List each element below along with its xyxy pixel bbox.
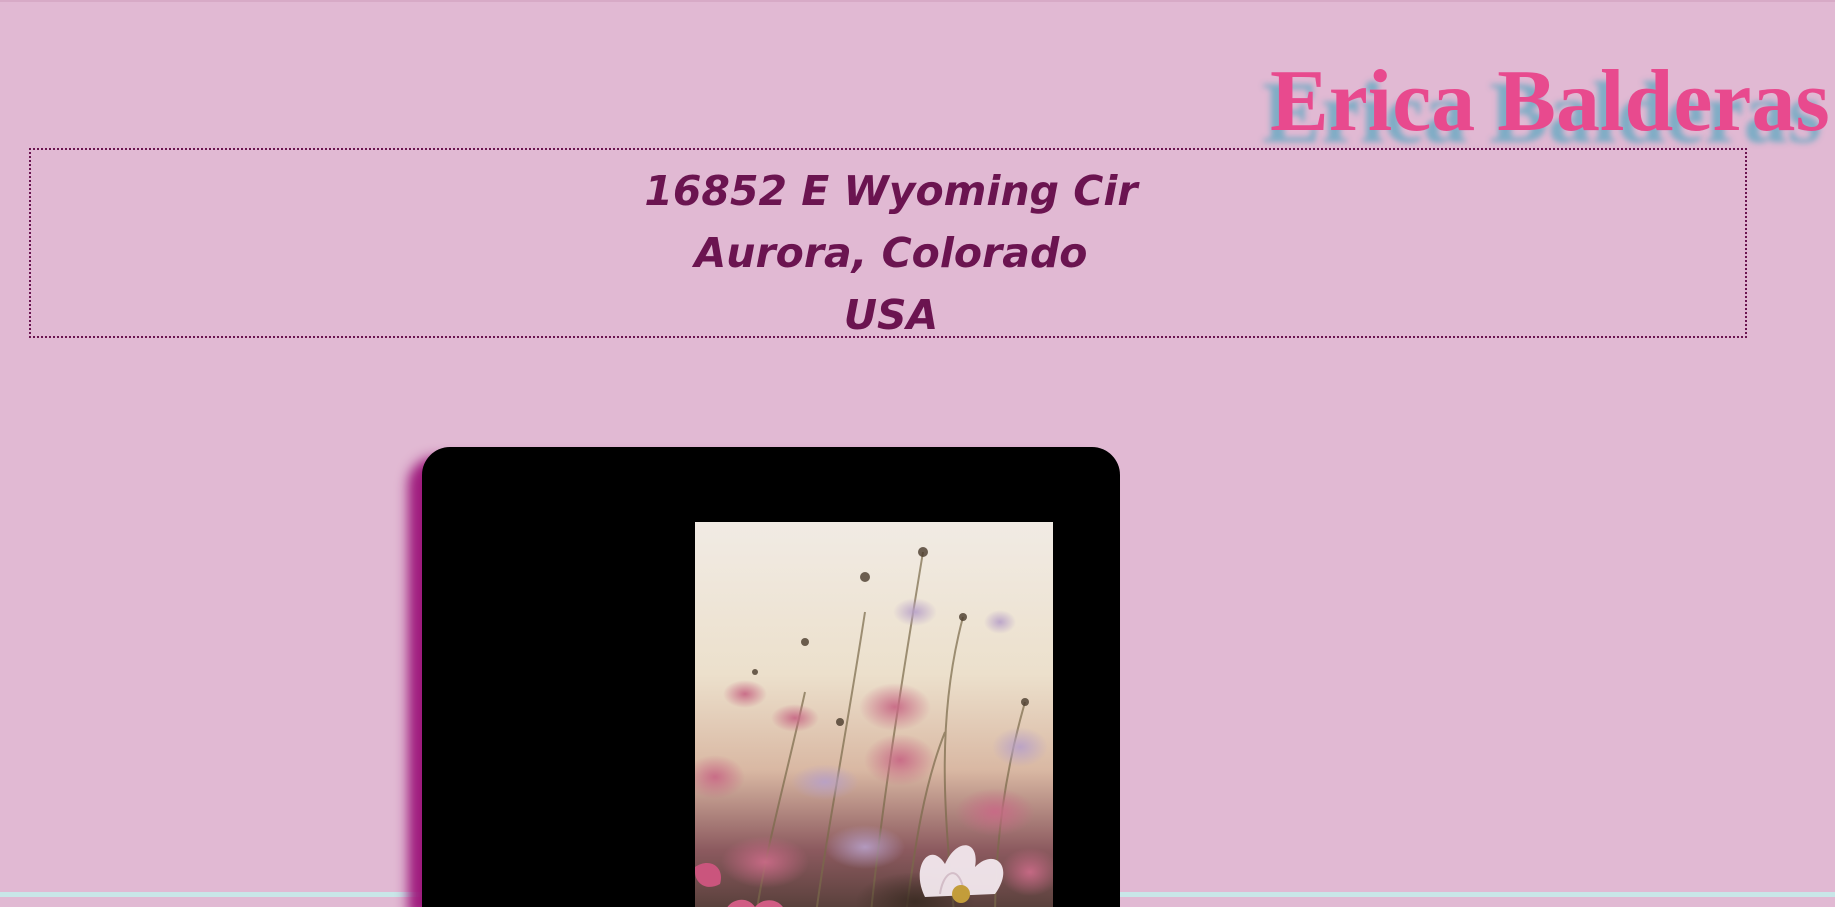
address-line-city: Aurora, Colorado: [694, 229, 1088, 277]
name-heading: Erica Balderas: [1270, 53, 1830, 150]
flower-photo: [695, 522, 1053, 907]
address-box: 16852 E Wyoming Cir Aurora, Colorado USA: [29, 148, 1747, 339]
top-edge: [0, 0, 1835, 2]
photo-card: [422, 447, 1120, 907]
address-lines: 16852 E Wyoming Cir Aurora, Colorado USA: [31, 160, 1751, 346]
address-line-street: 16852 E Wyoming Cir: [644, 167, 1138, 215]
flower-photo-art: [695, 547, 1053, 907]
address-line-country: USA: [843, 291, 939, 339]
